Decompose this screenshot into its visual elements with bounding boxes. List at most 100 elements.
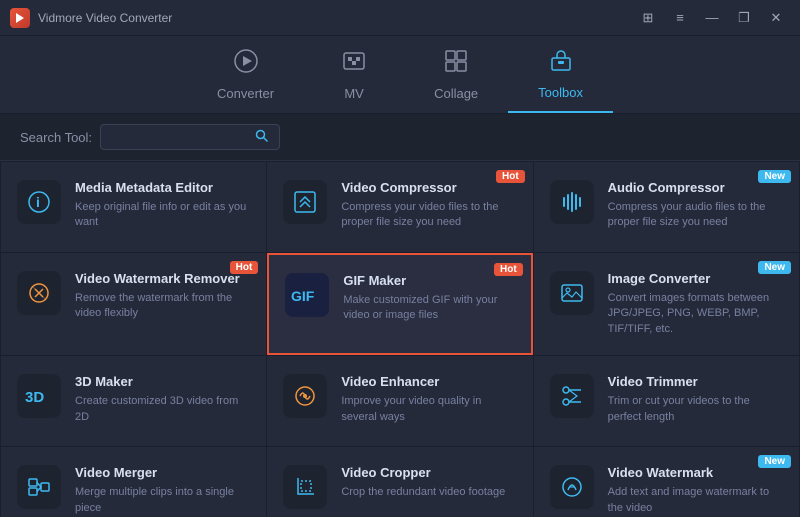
search-input[interactable]: [109, 130, 249, 144]
tool-card-video-trimmer[interactable]: Video Trimmer Trim or cut your videos to…: [534, 356, 799, 446]
menu-button[interactable]: ≡: [666, 8, 694, 28]
tool-card-audio-compressor[interactable]: Audio Compressor Compress your audio fil…: [534, 162, 799, 252]
tool-name-media-metadata: Media Metadata Editor: [75, 180, 250, 195]
svg-text:3D: 3D: [25, 389, 44, 406]
tool-text-video-compressor: Video Compressor Compress your video fil…: [341, 180, 516, 231]
tool-card-video-enhancer[interactable]: Video Enhancer Improve your video qualit…: [267, 356, 532, 446]
collage-icon: [443, 48, 469, 80]
maximize-button[interactable]: ❐: [730, 8, 758, 28]
media-metadata-icon: i: [17, 180, 61, 224]
search-label: Search Tool:: [20, 130, 92, 145]
badge-video-watermark: New: [758, 455, 791, 468]
tool-card-gif-maker[interactable]: GIF GIF Maker Make customized GIF with y…: [267, 253, 532, 355]
video-compressor-icon: [283, 180, 327, 224]
tool-name-video-watermark: Video Watermark: [608, 465, 783, 480]
nav-bar: Converter MV Collage: [0, 36, 800, 114]
title-bar-controls: ⊞ ≡ — ❐ ✕: [634, 8, 790, 28]
mv-icon: [341, 48, 367, 80]
tools-grid: i Media Metadata Editor Keep original fi…: [0, 161, 800, 517]
nav-item-converter[interactable]: Converter: [187, 36, 304, 113]
nav-label-mv: MV: [344, 86, 364, 101]
svg-text:i: i: [36, 194, 40, 210]
badge-image-converter: New: [758, 261, 791, 274]
tool-name-video-cropper: Video Cropper: [341, 465, 516, 480]
video-merger-icon: [17, 465, 61, 509]
video-watermark-icon: [550, 465, 594, 509]
tool-card-video-cropper[interactable]: Video Cropper Crop the redundant video f…: [267, 447, 532, 517]
grid-wrapper: i Media Metadata Editor Keep original fi…: [0, 161, 800, 517]
video-cropper-icon: [283, 465, 327, 509]
tool-text-3d-maker: 3D Maker Create customized 3D video from…: [75, 374, 250, 425]
tool-desc-gif-maker: Make customized GIF with your video or i…: [343, 293, 514, 324]
tool-text-video-merger: Video Merger Merge multiple clips into a…: [75, 465, 250, 516]
gif-maker-icon: GIF: [285, 273, 329, 317]
nav-item-mv[interactable]: MV: [304, 36, 404, 113]
tool-desc-image-converter: Convert images formats between JPG/JPEG,…: [608, 291, 783, 337]
tool-desc-video-compressor: Compress your video files to the proper …: [341, 200, 516, 231]
grid-container: i Media Metadata Editor Keep original fi…: [0, 161, 800, 517]
video-enhancer-icon: [283, 374, 327, 418]
nav-label-toolbox: Toolbox: [538, 85, 583, 100]
tool-text-image-converter: Image Converter Convert images formats b…: [608, 271, 783, 337]
title-bar-left: Vidmore Video Converter: [10, 8, 172, 28]
tool-desc-video-enhancer: Improve your video quality in several wa…: [341, 394, 516, 425]
svg-text:GIF: GIF: [291, 288, 315, 304]
tool-desc-video-merger: Merge multiple clips into a single piece: [75, 485, 250, 516]
tool-desc-video-cropper: Crop the redundant video footage: [341, 485, 516, 500]
converter-icon: [233, 48, 259, 80]
tool-text-video-trimmer: Video Trimmer Trim or cut your videos to…: [608, 374, 783, 425]
tool-desc-3d-maker: Create customized 3D video from 2D: [75, 394, 250, 425]
tool-card-video-watermark[interactable]: Video Watermark Add text and image water…: [534, 447, 799, 517]
search-input-wrap: [100, 124, 280, 150]
badge-audio-compressor: New: [758, 170, 791, 183]
tool-text-gif-maker: GIF Maker Make customized GIF with your …: [343, 273, 514, 324]
toolbox-icon: [548, 47, 574, 79]
tool-name-gif-maker: GIF Maker: [343, 273, 514, 288]
tool-name-video-compressor: Video Compressor: [341, 180, 516, 195]
close-button[interactable]: ✕: [762, 8, 790, 28]
search-bar: Search Tool:: [0, 114, 800, 161]
video-trimmer-icon: [550, 374, 594, 418]
tool-card-image-converter[interactable]: Image Converter Convert images formats b…: [534, 253, 799, 355]
nav-item-toolbox[interactable]: Toolbox: [508, 36, 613, 113]
title-bar: Vidmore Video Converter ⊞ ≡ — ❐ ✕: [0, 0, 800, 36]
tool-name-video-trimmer: Video Trimmer: [608, 374, 783, 389]
3d-maker-icon: 3D: [17, 374, 61, 418]
nav-label-collage: Collage: [434, 86, 478, 101]
main-content: Search Tool: i: [0, 114, 800, 517]
tool-text-media-metadata: Media Metadata Editor Keep original file…: [75, 180, 250, 231]
badge-video-compressor: Hot: [496, 170, 525, 183]
audio-compressor-icon: [550, 180, 594, 224]
app-title: Vidmore Video Converter: [38, 11, 172, 25]
app-icon: [10, 8, 30, 28]
tool-desc-audio-compressor: Compress your audio files to the proper …: [608, 200, 783, 231]
tool-name-audio-compressor: Audio Compressor: [608, 180, 783, 195]
tool-name-3d-maker: 3D Maker: [75, 374, 250, 389]
tool-name-video-enhancer: Video Enhancer: [341, 374, 516, 389]
tool-text-video-watermark-remover: Video Watermark Remover Remove the water…: [75, 271, 250, 322]
tool-card-video-watermark-remover[interactable]: Video Watermark Remover Remove the water…: [1, 253, 266, 355]
tool-desc-video-watermark: Add text and image watermark to the vide…: [608, 485, 783, 516]
nav-item-collage[interactable]: Collage: [404, 36, 508, 113]
tool-card-media-metadata-editor[interactable]: i Media Metadata Editor Keep original fi…: [1, 162, 266, 252]
tool-text-video-cropper: Video Cropper Crop the redundant video f…: [341, 465, 516, 500]
tool-name-video-watermark-remover: Video Watermark Remover: [75, 271, 250, 286]
tool-card-3d-maker[interactable]: 3D 3D Maker Create customized 3D video f…: [1, 356, 266, 446]
grid-button[interactable]: ⊞: [634, 8, 662, 28]
tool-desc-video-watermark-remover: Remove the watermark from the video flex…: [75, 291, 250, 322]
tool-card-video-compressor[interactable]: Video Compressor Compress your video fil…: [267, 162, 532, 252]
video-watermark-remover-icon: [17, 271, 61, 315]
tool-desc-video-trimmer: Trim or cut your videos to the perfect l…: [608, 394, 783, 425]
tool-name-image-converter: Image Converter: [608, 271, 783, 286]
tool-text-video-enhancer: Video Enhancer Improve your video qualit…: [341, 374, 516, 425]
tool-card-video-merger[interactable]: Video Merger Merge multiple clips into a…: [1, 447, 266, 517]
tool-desc-media-metadata: Keep original file info or edit as you w…: [75, 200, 250, 231]
minimize-button[interactable]: —: [698, 8, 726, 28]
tool-text-audio-compressor: Audio Compressor Compress your audio fil…: [608, 180, 783, 231]
nav-label-converter: Converter: [217, 86, 274, 101]
tool-text-video-watermark: Video Watermark Add text and image water…: [608, 465, 783, 516]
badge-gif-maker: Hot: [494, 263, 523, 276]
image-converter-icon: [550, 271, 594, 315]
search-icon[interactable]: [255, 129, 268, 145]
tool-name-video-merger: Video Merger: [75, 465, 250, 480]
